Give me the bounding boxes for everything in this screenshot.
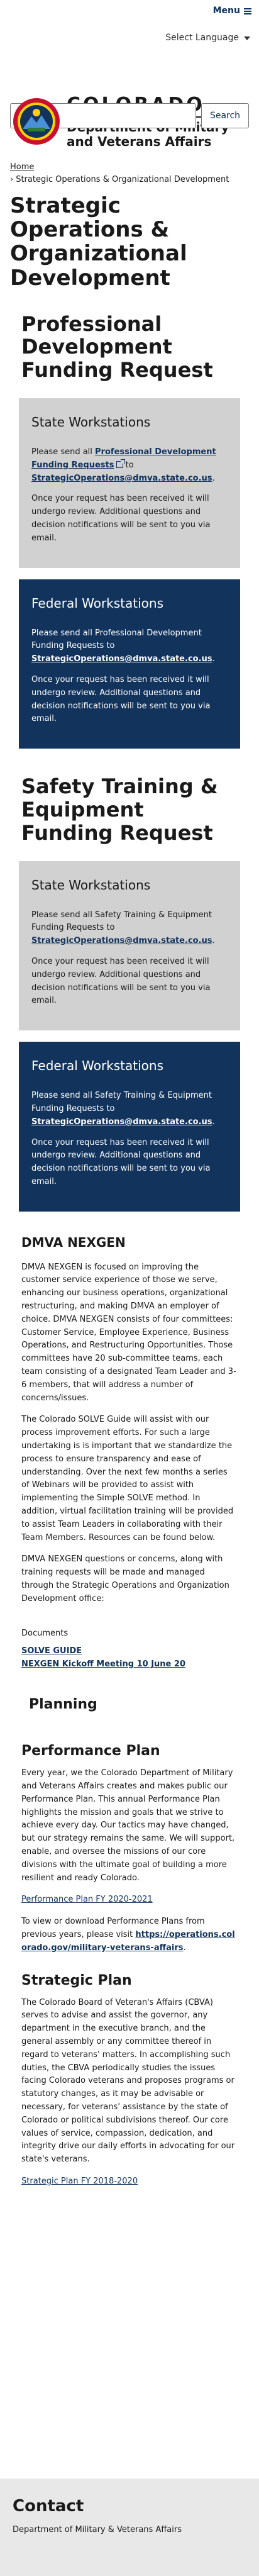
strategic-plan-content: The Colorado Board of Veteran's Affairs …	[0, 1997, 259, 2188]
prof-dev-federal-card: Federal Workstations Please send all Pro…	[19, 579, 240, 749]
performance-plan-title: Performance Plan	[21, 1743, 160, 1759]
performance-plan-content: Every year, we the Colorado Department o…	[0, 1767, 259, 1954]
card-heading: State Workstations	[31, 877, 151, 893]
text: Please send all Safety Training & Equipm…	[31, 1091, 212, 1113]
planning-title: Planning	[29, 1697, 97, 1712]
documents-label: Documents	[21, 1628, 69, 1638]
prof-dev-state-card: State Workstations Please send all Profe…	[19, 398, 240, 568]
page-title: Strategic Operations & Organizational De…	[10, 193, 187, 291]
chevron-right-icon: ›	[10, 175, 14, 185]
footer: Contact Department of Military & Veteran…	[0, 2478, 259, 2576]
breadcrumb-home-link[interactable]: Home	[10, 162, 34, 172]
card-heading: Federal Workstations	[31, 595, 163, 611]
footer-text: Department of Military & Veterans Affair…	[13, 2525, 182, 2535]
text: .	[183, 1943, 186, 1953]
text: Please send all Professional Development…	[31, 628, 202, 651]
top-bar: Menu	[0, 0, 259, 23]
text: .	[212, 654, 215, 664]
card-heading: State Workstations	[31, 414, 151, 430]
nexgen-title: DMVA NEXGEN	[21, 1234, 126, 1250]
external-link-icon	[116, 459, 125, 468]
text: .	[212, 936, 215, 946]
chevron-down-icon	[244, 36, 250, 40]
language-label: Select Language	[165, 33, 239, 43]
text: Please send all Safety Training & Equipm…	[31, 910, 212, 933]
text: Please send all	[31, 447, 96, 457]
breadcrumb: Home › Strategic Operations & Organizatio…	[0, 161, 259, 186]
card-text: Please send all Safety Training & Equipm…	[31, 1090, 228, 1129]
strategic-plan-link[interactable]: Strategic Plan FY 2018-2020	[21, 2177, 138, 2186]
card-text: Once your request has been received it w…	[31, 956, 211, 1006]
hamburger-icon	[244, 8, 251, 14]
footer-title: Contact	[13, 2497, 84, 2516]
nexgen-kickoff-link[interactable]: NEXGEN Kickoff Meeting 10 June 20	[21, 1658, 238, 1671]
email-link[interactable]: StrategicOperations@dmva.state.co.us	[31, 1117, 212, 1127]
strategic-plan-title: Strategic Plan	[21, 1972, 132, 1988]
email-link[interactable]: StrategicOperations@dmva.state.co.us	[31, 474, 212, 483]
solve-guide-link[interactable]: SOLVE GUIDE	[21, 1645, 238, 1658]
safety-state-card: State Workstations Please send all Safet…	[19, 861, 240, 1031]
paragraph: The Colorado SOLVE Guide will assist wit…	[21, 1415, 234, 1542]
card-text: Once your request has been received it w…	[31, 494, 211, 543]
email-link[interactable]: StrategicOperations@dmva.state.co.us	[31, 936, 212, 945]
text: .	[212, 1117, 215, 1127]
breadcrumb-current: Strategic Operations & Organizational De…	[16, 175, 229, 185]
prof-dev-title: Professional Development Funding Request	[21, 311, 213, 382]
language-selector[interactable]: Select Language	[0, 23, 259, 54]
paragraph: To view or download Performance Plans fr…	[21, 1915, 238, 1954]
performance-plan-link[interactable]: Performance Plan FY 2020-2021	[21, 1895, 153, 1904]
search-button[interactable]: Search	[201, 103, 249, 128]
menu-button[interactable]: Menu	[213, 4, 251, 18]
card-heading: Federal Workstations	[31, 1058, 163, 1074]
page: Menu Select Language COLORADO Department…	[0, 0, 259, 2576]
paragraph: DMVA NEXGEN is focused on improving the …	[21, 1262, 236, 1403]
safety-federal-card: Federal Workstations Please send all Saf…	[19, 1042, 240, 1212]
menu-label: Menu	[212, 6, 240, 16]
card-text: Once your request has been received it w…	[31, 674, 211, 724]
text: .	[212, 473, 215, 483]
card-text: Please send all Professional Development…	[31, 627, 228, 666]
nexgen-content: DMVA NEXGEN is focused on improving the …	[0, 1261, 259, 1671]
paragraph: Every year, we the Colorado Department o…	[21, 1768, 235, 1883]
card-text: Please send all Professional Development…	[31, 446, 228, 485]
email-link[interactable]: StrategicOperations@dmva.state.co.us	[31, 654, 212, 664]
colorado-seal-icon	[13, 98, 60, 145]
safety-title: Safety Training & Equipment Funding Requ…	[21, 774, 218, 845]
paragraph: DMVA NEXGEN questions or concerns, along…	[21, 1554, 229, 1603]
card-text: Once your request has been received it w…	[31, 1137, 211, 1186]
paragraph: The Colorado Board of Veteran's Affairs …	[21, 1997, 235, 2165]
card-text: Please send all Safety Training & Equipm…	[31, 909, 228, 948]
